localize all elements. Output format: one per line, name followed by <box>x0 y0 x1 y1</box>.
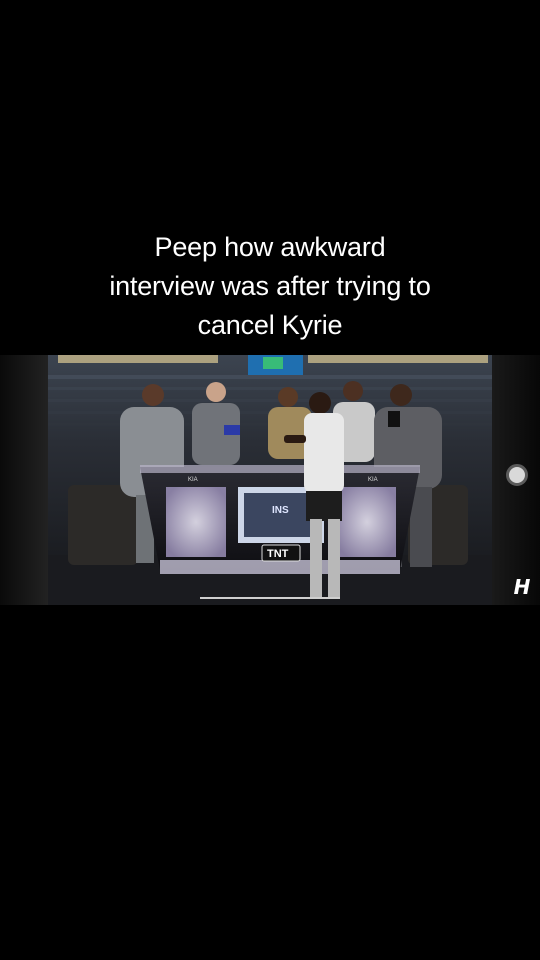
video-player[interactable]: INS TNT KIA KIA <box>0 355 540 605</box>
caption-line-1: Peep how awkward <box>154 232 386 262</box>
desk-panel-right <box>338 487 396 557</box>
desk-panel-left <box>166 487 226 557</box>
sponsor-mark-left: KIA <box>188 477 198 483</box>
arena-lights-left <box>58 355 218 363</box>
caption-line-2: interview was after trying to <box>109 271 431 301</box>
tnt-logo-text: TNT <box>267 548 289 560</box>
video-frame: INS TNT KIA KIA <box>48 355 492 605</box>
monitor-text: INS <box>272 505 289 516</box>
caption-line-3: cancel Kyrie <box>197 310 343 340</box>
h-logo-icon: H <box>513 575 531 599</box>
video-progress-line <box>200 597 340 599</box>
video-left-border <box>0 355 48 605</box>
caption-text: Peep how awkward interview was after try… <box>0 228 540 345</box>
circle-handle-icon[interactable] <box>506 464 528 486</box>
chair-left <box>68 485 138 565</box>
arena-lights-right <box>308 355 488 363</box>
sponsor-mark-right: KIA <box>368 477 378 483</box>
